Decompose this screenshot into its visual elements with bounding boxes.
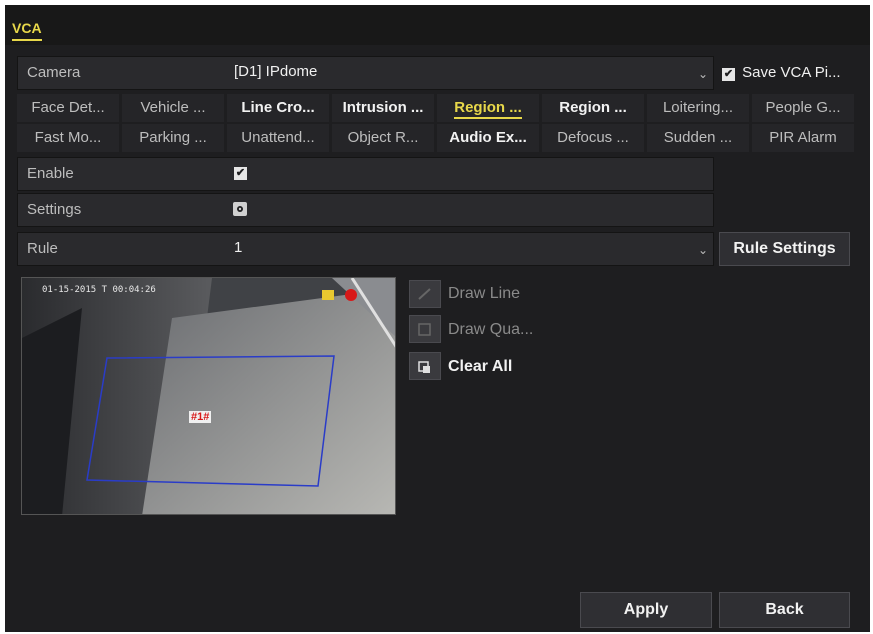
save-vca-picture-checkbox[interactable]: ✔ Save VCA Pi... [722,64,841,81]
tab-audio-exception[interactable]: Audio Ex... [437,124,539,152]
rule-select[interactable]: 1 ⌄ [224,232,714,266]
tab-sudden-scene-change[interactable]: Sudden ... [647,124,749,152]
gear-icon [237,206,243,212]
draw-line-label: Draw Line [448,285,521,302]
back-button[interactable]: Back [719,592,850,628]
tab-vca[interactable]: VCA [12,20,42,41]
chevron-down-icon: ⌄ [698,243,709,257]
enable-row [17,157,714,191]
clear-all-button[interactable] [409,352,441,380]
settings-gear-button[interactable] [233,202,247,216]
tab-object-removal[interactable]: Object R... [332,124,434,152]
checkbox-checked-icon: ✔ [722,68,735,81]
tab-unattended-baggage[interactable]: Unattend... [227,124,329,152]
tab-region-entrance-label: Region ... [454,99,522,119]
tab-region-exiting[interactable]: Region ... [542,94,644,122]
camera-label: Camera [27,64,81,81]
camera-value: [D1] IPdome [234,63,318,80]
draw-line-button[interactable] [409,280,441,308]
tab-face-detection[interactable]: Face Det... [17,94,119,122]
tab-vehicle-detection[interactable]: Vehicle ... [122,94,224,122]
tab-fast-moving[interactable]: Fast Mo... [17,124,119,152]
tab-defocus[interactable]: Defocus ... [542,124,644,152]
enable-checkbox[interactable]: ✔ [234,167,247,180]
tab-loitering[interactable]: Loitering... [647,94,749,122]
tab-line-crossing[interactable]: Line Cro... [227,94,329,122]
rule-label: Rule [27,240,58,257]
edit-icon [418,323,431,336]
tab-intrusion[interactable]: Intrusion ... [332,94,434,122]
tab-parking[interactable]: Parking ... [122,124,224,152]
clear-all-label: Clear All [448,358,513,375]
top-bar [5,5,870,45]
rule-settings-button[interactable]: Rule Settings [719,232,850,266]
save-vca-label: Save VCA Pi... [742,64,841,81]
vca-tabs-row-2: Fast Mo... Parking ... Unattend... Objec… [17,124,857,154]
camera-preview[interactable]: 01-15-2015 T 00:04:26 #1# [21,277,396,515]
preview-timestamp: 01-15-2015 T 00:04:26 [42,285,156,295]
preview-image [22,278,395,514]
region-tag: #1# [189,411,212,423]
vca-tabs-row-1: Face Det... Vehicle ... Line Cro... Intr… [17,94,857,124]
apply-button[interactable]: Apply [580,592,712,628]
chevron-down-icon: ⌄ [698,67,709,81]
settings-label: Settings [27,201,82,218]
tab-people-gathering[interactable]: People G... [752,94,854,122]
settings-row [17,193,714,227]
draw-quadrilateral-button[interactable] [409,315,441,343]
tab-pir-alarm[interactable]: PIR Alarm [752,124,854,152]
camera-select[interactable]: [D1] IPdome ⌄ [224,56,714,90]
enable-label: Enable [27,165,74,182]
clear-icon [418,361,430,373]
draw-quad-label: Draw Qua... [448,321,534,338]
rule-value: 1 [234,239,243,256]
tab-region-entrance[interactable]: Region ... [437,94,539,122]
pencil-icon [418,288,431,300]
